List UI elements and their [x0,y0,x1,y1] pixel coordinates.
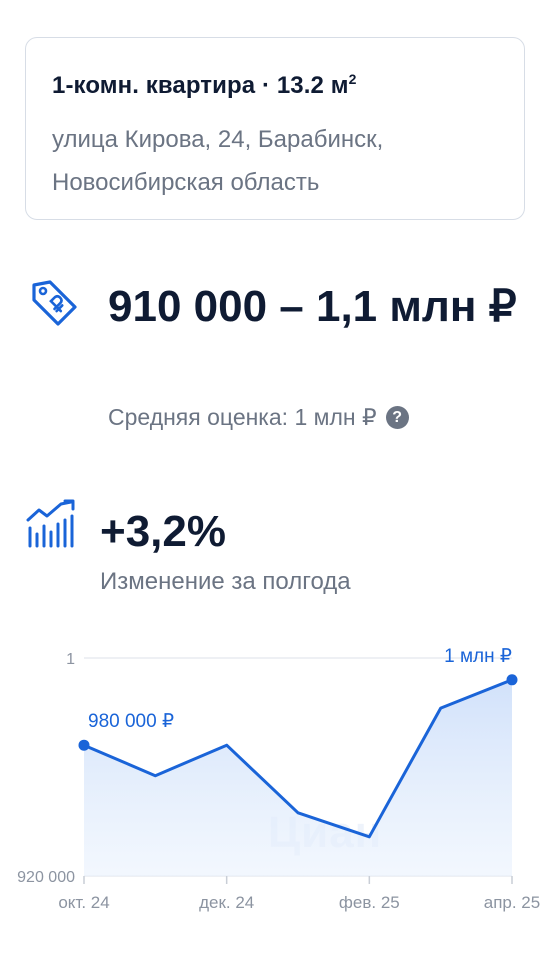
chart-x-tick-label: апр. 25 [484,893,540,912]
help-icon[interactable]: ? [385,406,409,429]
listing-address: улица Кирова, 24, Барабинск, Новосибирск… [52,126,384,196]
price-change-value: +3,2% [100,507,226,556]
price-history-chart: 1 920 000 окт. 24 дек. 24 фев. 25 апр. 25 980… [17,646,540,912]
chart-x-tick-label: фев. 25 [339,893,400,912]
listing-title: 1-комн. квартира · 13.2 м2 [52,71,357,99]
chart-data-point [78,739,90,751]
chart-area-fill [84,679,512,876]
chart-data-label: 1 млн ₽ [444,646,512,667]
chart-y-tick-label: 1 [66,651,75,668]
chart-x-tick-label: окт. 24 [58,893,109,912]
average-estimate-label: Средняя оценка: 1 млн ₽ [108,404,377,430]
chart-data-label: 980 000 ₽ [88,711,174,732]
average-estimate: Средняя оценка: 1 млн ₽ ? [108,404,409,431]
price-change-label: Изменение за полгода [100,568,351,595]
chart-y-tick-label: 920 000 [17,869,75,886]
chart-x-tick-label: дек. 24 [199,893,254,912]
price-range: 910 000 – 1,1 млн ₽ [108,282,517,331]
bar-chart-growth-icon [26,499,75,548]
price-tag-ruble-icon [32,280,77,326]
chart-data-point [506,674,518,686]
listing-card[interactable]: 1-комн. квартира · 13.2 м2 улица Кирова,… [25,37,525,220]
